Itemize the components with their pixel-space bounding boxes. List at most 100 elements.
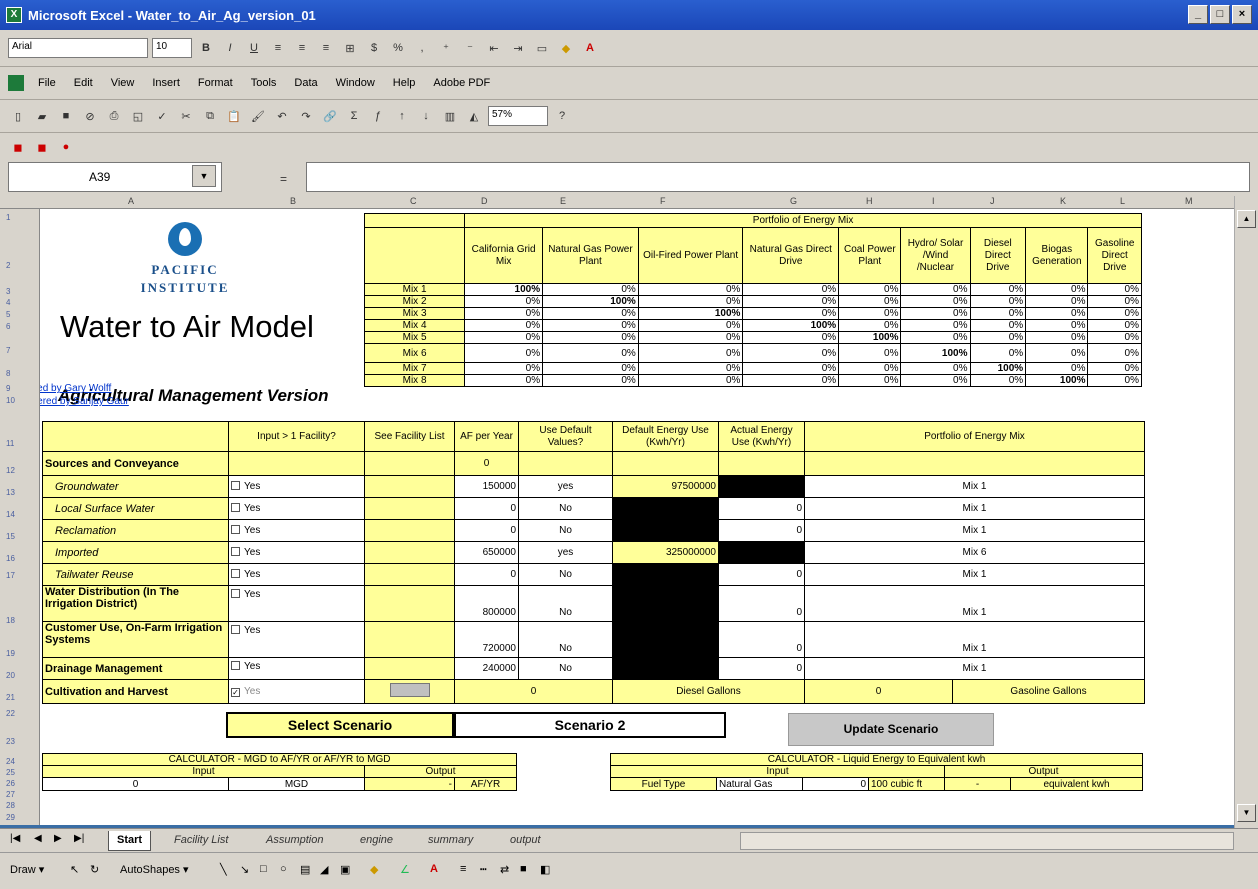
yes-checkbox[interactable]: Yes	[228, 621, 365, 658]
mix-cell[interactable]: 0%	[1025, 307, 1089, 320]
mix-cell[interactable]: 0%	[637, 331, 744, 344]
actual-energy-value[interactable]	[718, 475, 805, 498]
mix-cell[interactable]: 100%	[637, 307, 744, 320]
tab-start[interactable]: Start	[108, 831, 152, 851]
line-style-icon[interactable]: ≡	[460, 863, 466, 875]
yes-checkbox[interactable]: Yes	[228, 519, 365, 542]
mix-cell[interactable]: 0%	[742, 295, 840, 308]
mix-cell[interactable]: 0%	[838, 319, 902, 332]
mix-cell[interactable]: 0%	[838, 362, 902, 375]
mix-cell[interactable]: 0%	[742, 343, 840, 363]
line-icon[interactable]: ╲	[220, 863, 227, 876]
clipart-icon[interactable]: ▣	[340, 863, 350, 876]
mix-cell[interactable]: 0%	[464, 331, 544, 344]
af-value[interactable]: 0	[454, 497, 519, 520]
row-header[interactable]: 9	[6, 384, 10, 393]
mix-cell[interactable]: 0%	[969, 319, 1027, 332]
mix-cell[interactable]: 0%	[1087, 319, 1142, 332]
mix-cell[interactable]: 0%	[838, 374, 902, 387]
row-header[interactable]: 11	[6, 439, 14, 448]
vertical-scrollbar[interactable]: ▲ ▼	[1234, 196, 1258, 828]
mix-cell[interactable]: 0%	[742, 374, 840, 387]
designer-link[interactable]: Designed by Gary Wolff	[40, 383, 111, 394]
yes-checkbox[interactable]: Yes	[228, 475, 365, 498]
menu-view[interactable]: View	[111, 77, 135, 89]
column-header[interactable]: H	[866, 196, 873, 206]
mix-cell[interactable]: 0%	[1087, 307, 1142, 320]
row-header[interactable]: 4	[6, 298, 10, 307]
align-left-icon[interactable]: ≡	[268, 38, 288, 58]
row-header[interactable]: 2	[6, 261, 10, 270]
row-header[interactable]: 10	[6, 396, 15, 405]
rotate-icon[interactable]: ↻	[90, 863, 99, 876]
align-right-icon[interactable]: ≡	[316, 38, 336, 58]
column-header[interactable]: F	[660, 196, 666, 206]
mix-cell[interactable]: 0%	[900, 319, 971, 332]
mix-cell[interactable]: 0%	[464, 295, 544, 308]
mix-cell[interactable]: 0%	[969, 343, 1027, 363]
use-default-value[interactable]: No	[518, 621, 613, 658]
mix-cell[interactable]: 0%	[900, 283, 971, 296]
calc2-fuel-select[interactable]: Natural Gas	[716, 777, 803, 791]
actual-energy-value[interactable]	[718, 541, 805, 564]
menu-adobe-pdf[interactable]: Adobe PDF	[433, 77, 490, 89]
italic-icon[interactable]: I	[220, 38, 240, 58]
tab-summary[interactable]: summary	[420, 831, 481, 851]
af-value[interactable]: 0	[454, 563, 519, 586]
wordart-icon[interactable]: ◢	[320, 863, 328, 876]
decrease-decimal-icon[interactable]: ⁻	[460, 38, 480, 58]
textbox-icon[interactable]: ▤	[300, 863, 310, 876]
engineer-link[interactable]: Engineered by Sanjay Gaur	[40, 396, 129, 407]
row-header[interactable]: 1	[6, 213, 10, 222]
column-header[interactable]: G	[790, 196, 797, 206]
gasoline-value[interactable]: 0	[804, 679, 953, 704]
menu-window[interactable]: Window	[336, 77, 375, 89]
horizontal-scrollbar[interactable]	[740, 832, 1234, 850]
3d-icon[interactable]: ◧	[540, 863, 550, 876]
portfolio-mix-value[interactable]: Mix 1	[803, 585, 1146, 622]
rectangle-icon[interactable]: □	[260, 863, 267, 875]
mix-cell[interactable]: 0%	[542, 307, 639, 320]
function-icon[interactable]: ƒ	[368, 106, 388, 126]
column-header[interactable]: J	[990, 196, 995, 206]
mix-cell[interactable]: 0%	[637, 343, 744, 363]
menu-data[interactable]: Data	[294, 77, 317, 89]
dash-style-icon[interactable]: ┅	[480, 863, 487, 876]
font-color-draw-icon[interactable]: A	[430, 863, 438, 875]
align-center-icon[interactable]: ≡	[292, 38, 312, 58]
permission-icon[interactable]: ⊘	[80, 106, 100, 126]
undo-icon[interactable]: ↶	[272, 106, 292, 126]
bold-icon[interactable]: B	[196, 38, 216, 58]
mix-cell[interactable]: 0%	[1087, 374, 1142, 387]
row-header[interactable]: 29	[6, 813, 15, 822]
first-sheet-icon[interactable]: |◀	[10, 833, 20, 844]
menu-insert[interactable]: Insert	[152, 77, 180, 89]
mix-cell[interactable]: 0%	[1087, 343, 1142, 363]
paste-icon[interactable]: 📋	[224, 106, 244, 126]
mix-cell[interactable]: 100%	[900, 343, 971, 363]
format-painter-icon[interactable]: 🖌	[248, 106, 268, 126]
af-value[interactable]: 150000	[454, 475, 519, 498]
font-size-combo[interactable]: 10	[152, 38, 192, 58]
mix-cell[interactable]: 0%	[742, 362, 840, 375]
borders-icon[interactable]: ▭	[532, 38, 552, 58]
yes-checkbox[interactable]: Yes	[228, 563, 365, 586]
actual-energy-value[interactable]: 0	[718, 657, 805, 680]
menu-help[interactable]: Help	[393, 77, 416, 89]
mix-cell[interactable]: 0%	[900, 307, 971, 320]
comma-icon[interactable]: ,	[412, 38, 432, 58]
mix-cell[interactable]: 0%	[969, 295, 1027, 308]
mix-cell[interactable]: 100%	[464, 283, 544, 296]
increase-indent-icon[interactable]: ⇥	[508, 38, 528, 58]
mix-cell[interactable]: 0%	[1087, 331, 1142, 344]
af-value[interactable]: 0	[454, 519, 519, 542]
mix-cell[interactable]: 0%	[969, 307, 1027, 320]
name-box-dropdown-icon[interactable]: ▼	[192, 165, 216, 187]
open-icon[interactable]: ▰	[32, 106, 52, 126]
column-header[interactable]: M	[1185, 196, 1193, 206]
menu-tools[interactable]: Tools	[251, 77, 277, 89]
mix-cell[interactable]: 0%	[1087, 362, 1142, 375]
spelling-icon[interactable]: ✓	[152, 106, 172, 126]
row-header[interactable]: 6	[6, 322, 10, 331]
column-header[interactable]: A	[128, 196, 134, 206]
